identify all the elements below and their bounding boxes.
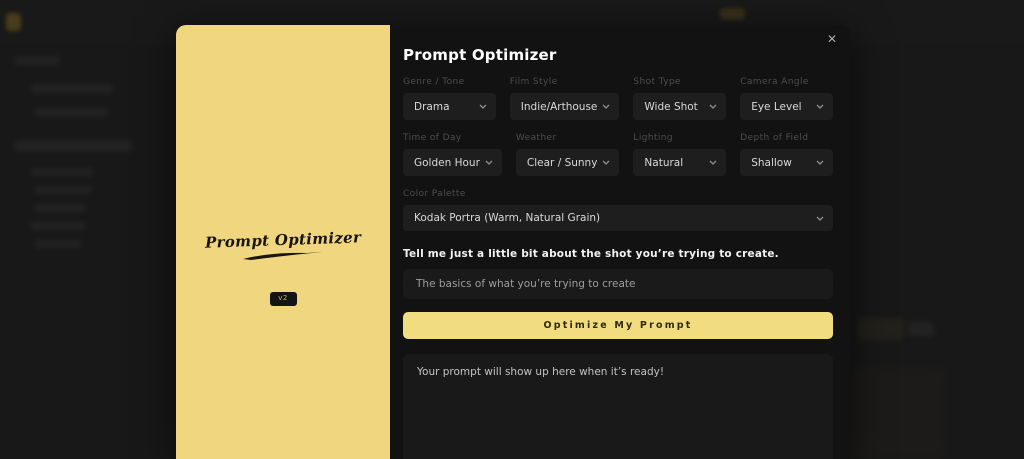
modal-title: Prompt Optimizer: [403, 46, 557, 64]
camera-angle-select[interactable]: Eye Level: [740, 93, 833, 120]
field-shot-type: Shot Type Wide Shot: [633, 77, 727, 120]
background-sidebar-item: [34, 108, 108, 117]
field-lighting: Lighting Natural: [633, 133, 727, 176]
background-sidebar-item: [34, 240, 82, 248]
select-value: Kodak Portra (Warm, Natural Grain): [414, 212, 601, 224]
chevron-down-icon: [816, 216, 824, 221]
genre-tone-select[interactable]: Drama: [403, 93, 496, 120]
select-value: Eye Level: [751, 100, 802, 113]
field-label: Time of Day: [403, 133, 462, 143]
background-sidebar-item: [30, 222, 86, 230]
select-value: Drama: [414, 100, 450, 113]
brand-underline-swoosh: [243, 252, 323, 260]
field-label: Depth of Field: [740, 133, 809, 143]
background-sidebar-item: [34, 186, 92, 194]
prompt-input[interactable]: [403, 269, 833, 299]
depth-of-field-select[interactable]: Shallow: [740, 149, 833, 176]
lighting-select[interactable]: Natural: [633, 149, 727, 176]
select-value: Golden Hour: [414, 156, 480, 169]
optimize-button[interactable]: Optimize My Prompt: [403, 312, 833, 339]
background-button: [858, 318, 904, 340]
prompt-question: Tell me just a little bit about the shot…: [403, 248, 779, 260]
field-label: Camera Angle: [740, 77, 809, 87]
chevron-down-icon: [709, 160, 717, 165]
brand-title: Prompt Optimizer: [204, 228, 362, 252]
field-color-palette: Color Palette Kodak Portra (Warm, Natura…: [403, 189, 833, 231]
shot-type-select[interactable]: Wide Shot: [633, 93, 727, 120]
background-sidebar-item: [14, 140, 132, 152]
background-topbar-item: [720, 8, 745, 20]
field-label: Color Palette: [403, 189, 466, 199]
field-label: Genre / Tone: [403, 77, 465, 87]
select-value: Wide Shot: [644, 100, 698, 113]
chevron-down-icon: [602, 160, 610, 165]
field-depth-of-field: Depth of Field Shallow: [740, 133, 833, 176]
background-button: [908, 322, 934, 336]
background-sidebar-item: [30, 168, 94, 176]
field-weather: Weather Clear / Sunny: [515, 133, 620, 176]
film-style-select[interactable]: Indie/Arthouse: [509, 93, 620, 120]
background-sidebar-item: [30, 84, 114, 93]
field-row-2: Time of Day Golden Hour Weather Clear / …: [403, 133, 833, 176]
field-label: Lighting: [633, 133, 673, 143]
chevron-down-icon: [709, 104, 717, 109]
prompt-output-area: Your prompt will show up here when it’s …: [403, 354, 833, 459]
select-value: Natural: [644, 156, 684, 169]
field-time-of-day: Time of Day Golden Hour: [403, 133, 502, 176]
background-sidebar-item: [14, 56, 60, 65]
weather-select[interactable]: Clear / Sunny: [515, 149, 620, 176]
field-label: Film Style: [509, 77, 558, 87]
chevron-down-icon: [485, 160, 493, 165]
output-placeholder: Your prompt will show up here when it’s …: [417, 366, 665, 378]
background-logo: [6, 13, 21, 31]
prompt-optimizer-modal: Prompt Optimizer v2 ✕ Prompt Optimizer G…: [176, 25, 851, 459]
chevron-down-icon: [602, 104, 610, 109]
select-value: Clear / Sunny: [526, 156, 598, 169]
version-badge: v2: [269, 292, 297, 306]
select-value: Indie/Arthouse: [520, 100, 598, 113]
field-row-1: Genre / Tone Drama Film Style Indie/Arth…: [403, 77, 833, 120]
brand-panel: Prompt Optimizer v2: [176, 25, 390, 459]
field-film-style: Film Style Indie/Arthouse: [509, 77, 620, 120]
field-genre-tone: Genre / Tone Drama: [403, 77, 496, 120]
modal-content: ✕ Prompt Optimizer Genre / Tone Drama Fi…: [390, 25, 851, 459]
chevron-down-icon: [816, 104, 824, 109]
close-icon[interactable]: ✕: [824, 31, 840, 47]
time-of-day-select[interactable]: Golden Hour: [403, 149, 502, 176]
background-sidebar-item: [34, 204, 86, 212]
color-palette-select[interactable]: Kodak Portra (Warm, Natural Grain): [403, 205, 833, 231]
background-thumbnail: [846, 368, 946, 459]
chevron-down-icon: [479, 104, 487, 109]
field-camera-angle: Camera Angle Eye Level: [740, 77, 833, 120]
field-label: Weather: [515, 133, 557, 143]
chevron-down-icon: [816, 160, 824, 165]
field-label: Shot Type: [633, 77, 681, 87]
select-value: Shallow: [751, 156, 792, 169]
